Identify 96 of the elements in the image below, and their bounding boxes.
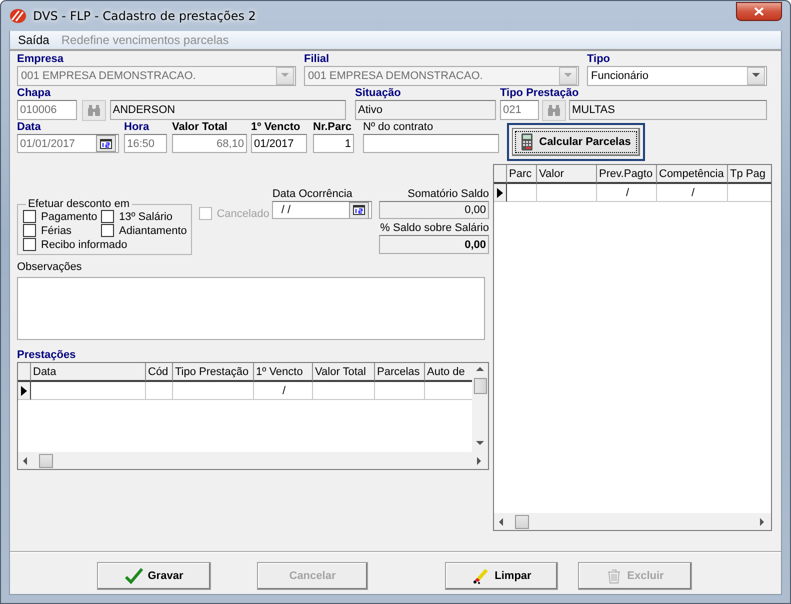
- column-header[interactable]: Data: [31, 363, 146, 382]
- table-cell: /: [657, 184, 728, 202]
- close-button[interactable]: [736, 2, 782, 21]
- text-field[interactable]: 010006: [17, 100, 77, 120]
- scroll-right-icon[interactable]: [759, 518, 767, 526]
- field-label: Valor Total: [172, 121, 228, 134]
- text-field[interactable]: 021: [500, 100, 539, 120]
- vertical-scrollbar[interactable]: [472, 363, 488, 452]
- horizontal-scrollbar[interactable]: [494, 513, 771, 530]
- column-header[interactable]: Competência: [657, 165, 728, 184]
- scroll-thumb[interactable]: [515, 514, 529, 528]
- field-label: 1º Vencto: [251, 121, 302, 134]
- column-header[interactable]: Parcelas: [375, 363, 425, 382]
- calendar-icon: [100, 138, 112, 148]
- row-indicator[interactable]: [494, 184, 507, 202]
- checkbox[interactable]: Férias: [23, 224, 101, 237]
- trash-can-icon: [606, 568, 622, 584]
- calculator-icon: [521, 133, 534, 151]
- action-button[interactable]: Limpar: [445, 562, 558, 590]
- field-label: Data: [17, 121, 42, 134]
- field-label: Chapa: [17, 87, 52, 100]
- table-cell: [507, 184, 537, 202]
- dropdown-field[interactable]: Funcionário: [587, 66, 767, 86]
- text-field[interactable]: 1: [313, 134, 354, 153]
- field-label: Data Ocorrência: [272, 188, 354, 201]
- scroll-thumb[interactable]: [39, 454, 53, 468]
- table-cell: /: [254, 382, 313, 400]
- text-field[interactable]: Ativo: [355, 100, 496, 120]
- header-corner: [494, 165, 507, 184]
- field-label: Tipo: [587, 53, 612, 66]
- column-header[interactable]: Valor: [537, 165, 597, 184]
- date-field[interactable]: / /: [272, 201, 372, 219]
- table-cell: [375, 382, 425, 400]
- calculate-button[interactable]: Calcular Parcelas: [512, 128, 640, 156]
- text-field[interactable]: 68,10: [172, 134, 247, 153]
- table-cell: [537, 184, 597, 202]
- column-header[interactable]: Cód: [146, 363, 173, 382]
- row-indicator[interactable]: [18, 382, 31, 400]
- app-logo-icon: [9, 8, 27, 24]
- text-field[interactable]: MULTAS: [569, 100, 767, 120]
- horizontal-scrollbar[interactable]: [18, 452, 488, 469]
- checkmark-icon: [124, 568, 143, 584]
- action-button[interactable]: Gravar: [97, 562, 211, 590]
- column-header[interactable]: Auto de: [425, 363, 472, 382]
- field-label: Filial: [304, 53, 330, 66]
- scroll-up-icon[interactable]: [476, 366, 484, 374]
- table-cell: [146, 382, 173, 400]
- section-title: Prestações: [17, 349, 77, 362]
- field-label: Nº do contrato: [363, 121, 434, 134]
- binoculars-icon: [86, 104, 101, 116]
- field-label: Situação: [355, 87, 402, 100]
- checkbox[interactable]: Recibo informado: [23, 238, 191, 251]
- table-cell: [313, 382, 375, 400]
- field-label: Observações: [17, 261, 83, 274]
- text-field[interactable]: 01/2017: [251, 134, 307, 153]
- field-label: Hora: [124, 121, 150, 134]
- field-label: Tipo Prestação: [500, 87, 580, 100]
- field-label: Nr.Parc: [313, 121, 353, 134]
- scroll-thumb[interactable]: [474, 378, 486, 394]
- row-pointer-icon: [497, 188, 503, 198]
- header-corner: [18, 363, 31, 382]
- column-header[interactable]: Tp Pag: [728, 165, 771, 184]
- scroll-right-icon[interactable]: [476, 456, 484, 464]
- calendar-button[interactable]: [96, 135, 116, 152]
- row-pointer-icon: [21, 386, 27, 396]
- calendar-button[interactable]: [349, 202, 370, 218]
- text-field[interactable]: ANDERSON: [110, 100, 346, 120]
- eraser-icon: [472, 568, 490, 584]
- field-label: % Saldo sobre Salário: [379, 222, 489, 235]
- text-field[interactable]: [363, 134, 499, 153]
- table-cell: /: [597, 184, 657, 202]
- scroll-down-icon[interactable]: [476, 440, 484, 448]
- field-label: Somatório Saldo: [406, 188, 489, 201]
- column-header[interactable]: Valor Total: [313, 363, 375, 382]
- date-field[interactable]: 01/01/2017: [17, 134, 119, 153]
- calendar-icon: [353, 205, 366, 215]
- notes-field[interactable]: [17, 277, 485, 340]
- group-title: Efetuar desconto em: [27, 198, 131, 210]
- column-header[interactable]: Prev.Pagto: [597, 165, 657, 184]
- column-header[interactable]: Tipo Prestação: [173, 363, 254, 382]
- text-field[interactable]: 16:50: [124, 134, 167, 153]
- checkbox[interactable]: Pagamento: [23, 210, 101, 223]
- checkbox[interactable]: 13º Salário: [101, 210, 191, 223]
- text-field[interactable]: 0,00: [379, 201, 489, 219]
- window-title: DVS - FLP - Cadastro de prestações 2: [33, 9, 256, 23]
- scroll-left-icon[interactable]: [22, 456, 30, 464]
- scroll-left-icon[interactable]: [498, 518, 506, 526]
- binoculars-icon: [547, 104, 561, 116]
- checkbox[interactable]: Adiantamento: [101, 224, 191, 237]
- column-header[interactable]: 1º Vencto: [254, 363, 313, 382]
- column-header[interactable]: Parc: [507, 165, 537, 184]
- field-label: Empresa: [17, 53, 64, 66]
- close-icon: [754, 7, 764, 16]
- menu-item[interactable]: Saída: [12, 33, 56, 47]
- text-field[interactable]: 0,00: [379, 235, 489, 254]
- dropdown-arrow-icon[interactable]: [752, 72, 760, 80]
